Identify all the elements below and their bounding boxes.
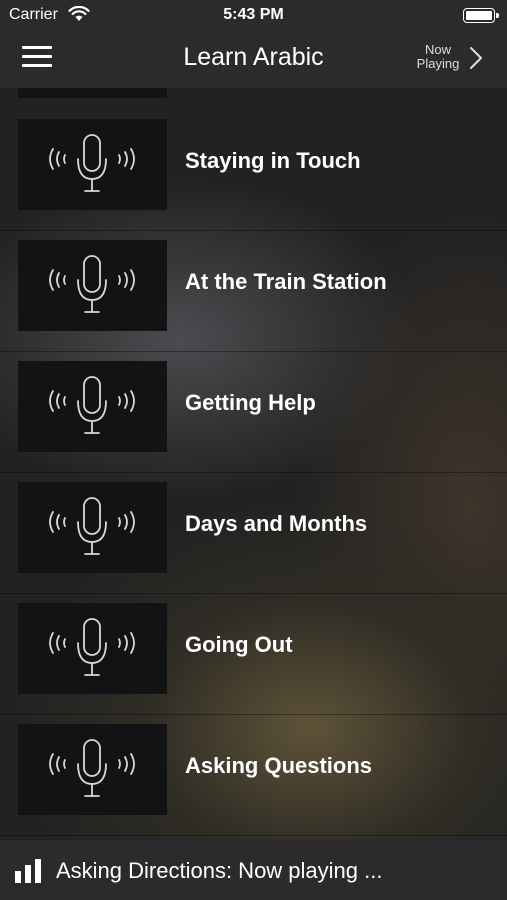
now-playing-button[interactable]: Now Playing [417, 41, 483, 77]
now-playing-text: Asking Directions: Now playing ... [56, 858, 383, 883]
microphone-icon [49, 376, 135, 434]
lesson-row[interactable]: Getting Help [0, 352, 507, 473]
lesson-title: Staying in Touch [185, 148, 361, 173]
lesson-row[interactable]: Days and Months [0, 473, 507, 594]
microphone-icon [49, 739, 135, 797]
now-playing-label-line1: Now [424, 42, 451, 57]
microphone-icon [49, 134, 135, 192]
battery-icon [463, 8, 499, 23]
lesson-thumbnail [18, 482, 167, 573]
bars-icon [15, 859, 43, 883]
lesson-title: Getting Help [185, 390, 316, 415]
lesson-thumbnail [18, 119, 167, 210]
lesson-thumbnail [18, 361, 167, 452]
chevron-right-icon [470, 47, 482, 69]
microphone-icon [49, 497, 135, 555]
lesson-row[interactable]: Asking Questions [0, 715, 507, 836]
navigation-bar: Learn Arabic Now Playing [0, 30, 507, 88]
microphone-icon [49, 618, 135, 676]
lesson-row[interactable]: At the Train Station [0, 231, 507, 352]
lesson-thumbnail [18, 603, 167, 694]
clock: 5:43 PM [223, 6, 284, 23]
lesson-thumbnail-partial [18, 88, 167, 98]
lesson-row[interactable]: Staying in Touch [0, 110, 507, 231]
lesson-title: Days and Months [185, 511, 368, 536]
microphone-icon [49, 255, 135, 313]
lesson-title: Asking Questions [185, 753, 373, 778]
lesson-thumbnail [18, 724, 167, 815]
lesson-row[interactable]: Going Out [0, 594, 507, 715]
now-playing-label-line2: Playing [416, 56, 460, 71]
status-bar: Carrier 5:43 PM [0, 0, 507, 30]
lesson-list[interactable]: Staying in Touch At the Train Station Ge… [0, 88, 507, 840]
lesson-thumbnail [18, 240, 167, 331]
lesson-title: Going Out [185, 632, 293, 657]
lesson-title: At the Train Station [185, 269, 387, 294]
now-playing-bar[interactable]: Asking Directions: Now playing ... [0, 840, 507, 900]
